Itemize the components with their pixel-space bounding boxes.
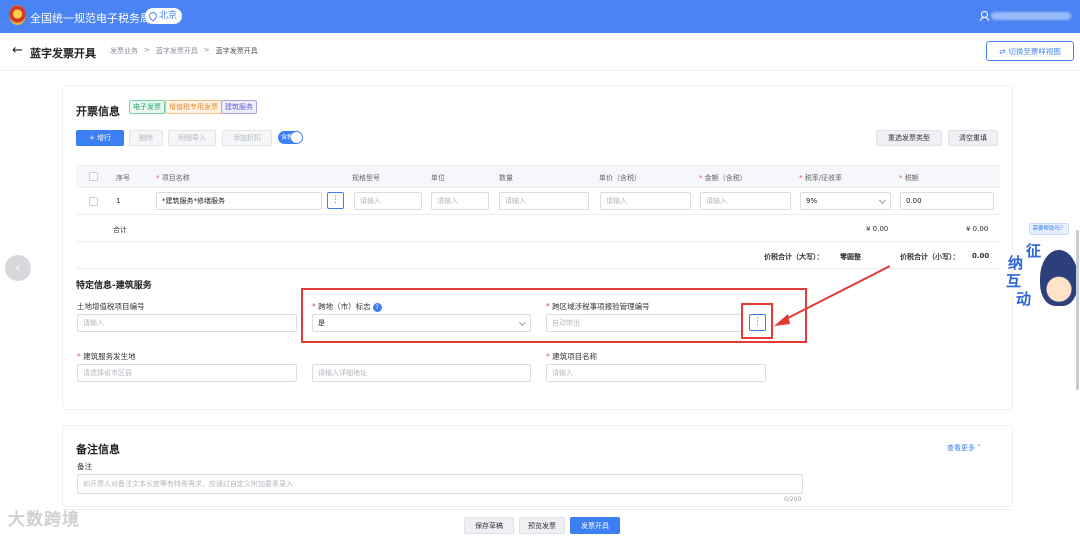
breadcrumb-separator: > — [203, 46, 210, 54]
project-name-input[interactable]: 请输入 — [546, 364, 766, 382]
total-upper-value: 零圆整 — [840, 253, 861, 261]
amount-input[interactable]: 请输入 — [700, 192, 791, 210]
import-details-button[interactable]: 明细导入 — [168, 130, 216, 146]
tag-vat-special-invoice: 增值税专用发票 — [165, 100, 222, 114]
view-more-link[interactable]: 查看更多 ˅ — [947, 443, 981, 453]
col-tax-rate: * 税率/征收率 — [799, 174, 843, 182]
land-tax-project-label: 土地增值税项目编号 — [77, 302, 145, 311]
item-name-input[interactable]: *建筑服务*修缮服务 — [156, 192, 322, 210]
breadcrumb-current: 蓝字发票开具 — [215, 47, 258, 55]
row-index: 1 — [116, 197, 121, 205]
preview-invoice-button[interactable]: 预览发票 — [519, 517, 565, 534]
top-navigation-bar: 全国统一规范电子税务局 北京 — [0, 0, 1080, 33]
tax-included-toggle[interactable]: 含税 — [278, 131, 303, 144]
highlight-annotation-box — [301, 288, 807, 343]
annotation-arrow-icon — [774, 265, 891, 326]
subtotal-label: 合计 — [113, 226, 127, 234]
back-arrow-icon[interactable]: ← — [12, 43, 23, 58]
select-all-checkbox[interactable] — [89, 172, 98, 181]
col-spec: 规格型号 — [352, 174, 380, 182]
app-title: 全国统一规范电子税务局 — [30, 12, 151, 25]
breadcrumb-item[interactable]: 蓝字发票开具 — [156, 46, 198, 56]
col-index: 序号 — [116, 174, 130, 182]
chevron-down-icon — [878, 196, 887, 205]
spec-input[interactable]: 请输入 — [354, 192, 422, 210]
invoice-info-title: 开票信息 — [76, 105, 120, 118]
subtotal-tax: ¥ 0.00 — [966, 225, 989, 233]
issue-invoice-button[interactable]: 发票开具 — [570, 517, 620, 534]
add-discount-button[interactable]: 添加折扣 — [222, 130, 272, 146]
previous-page-arrow-icon[interactable]: ‹ — [5, 255, 31, 281]
col-quantity: 数量 — [499, 174, 513, 182]
remarks-textarea[interactable]: 如开票人对备注文本长度等有特殊需求，应通过自定义附加要素录入 — [77, 474, 803, 494]
col-tax-amount: * 税额 — [899, 174, 919, 182]
total-lower-value: 0.00 — [972, 252, 990, 260]
subtotal-row: 合计 ¥ 0.00 ¥ 0.00 — [76, 215, 1000, 242]
service-location-label: * 建筑服务发生地 — [77, 352, 136, 361]
switch-to-sample-view-button[interactable]: ⇄ 切换至票样视图 — [986, 41, 1074, 61]
subtotal-amount: ¥ 0.00 — [866, 225, 889, 233]
widget-char: 动 — [1016, 290, 1032, 308]
col-amount: * 金额（含税） — [699, 174, 747, 182]
tax-amount-input[interactable]: 0.00 — [900, 192, 994, 210]
col-unit-price: 单价（含税） — [599, 174, 641, 182]
land-tax-project-input[interactable]: 请输入 — [77, 314, 297, 332]
assistant-avatar[interactable] — [1040, 250, 1078, 306]
breadcrumb-item[interactable]: 发票业务 — [110, 46, 138, 56]
project-name-label: * 建筑项目名称 — [546, 352, 598, 361]
highlight-annotation-button — [741, 303, 773, 339]
item-picker-more-icon[interactable]: ⋮ — [327, 192, 344, 209]
col-unit: 单位 — [431, 174, 445, 182]
delete-row-button[interactable]: 删除 — [129, 130, 163, 146]
breadcrumb: 发票业务 > 蓝字发票开具 > 蓝字发票开具 — [110, 46, 258, 56]
user-menu[interactable] — [980, 11, 1071, 21]
items-table-header: 序号 * 项目名称 规格型号 单位 数量 单价（含税） * 金额（含税） * 税… — [76, 165, 1000, 188]
location-selector[interactable]: 北京 — [145, 8, 183, 24]
remarks-char-count: 0/200 — [784, 496, 802, 503]
tag-construction-service: 建筑服务 — [221, 100, 257, 114]
total-lower-label: 价税合计（小写）： — [900, 253, 960, 261]
remarks-title: 备注信息 — [76, 443, 120, 456]
col-item-name: * 项目名称 — [156, 174, 190, 182]
tag-electronic-invoice: 电子发票 — [129, 100, 165, 114]
remarks-field-label: 备注 — [77, 462, 92, 471]
table-row: 1 *建筑服务*修缮服务 ⋮ 请输入 请输入 请输入 请输入 请输入 9% 0.… — [76, 188, 1000, 215]
save-draft-button[interactable]: 保存草稿 — [464, 517, 514, 534]
widget-char: 征 — [1026, 242, 1042, 260]
add-row-button[interactable]: + 增行 — [76, 130, 124, 146]
quantity-input[interactable]: 请输入 — [499, 192, 589, 210]
page-header: ← 蓝字发票开具 发票业务 > 蓝字发票开具 > 蓝字发票开具 ⇄ 切换至票样视… — [0, 33, 1080, 71]
chevron-down-icon: ˅ — [977, 444, 981, 452]
watermark-logo: 大数跨境 — [8, 510, 80, 530]
page-title: 蓝字发票开具 — [30, 47, 96, 60]
swap-arrows-icon: ⇄ — [999, 46, 1006, 56]
breadcrumb-separator: > — [144, 46, 150, 54]
remarks-card — [62, 425, 1013, 507]
row-checkbox[interactable] — [89, 197, 98, 206]
help-tip[interactable]: 需要帮助吗？ — [1029, 223, 1069, 235]
service-region-select[interactable]: 请选择省市区县 — [77, 364, 297, 382]
user-icon — [980, 11, 989, 21]
user-name-redacted — [991, 11, 1071, 20]
reselect-invoice-type-button[interactable]: 重选发票类型 — [876, 130, 942, 146]
service-address-input[interactable]: 请输入详细地址 — [312, 364, 531, 382]
switch-label: 切换至票样视图 — [1008, 46, 1061, 56]
tax-rate-select[interactable]: 9% — [800, 192, 891, 210]
unit-input[interactable]: 请输入 — [431, 192, 489, 210]
page-scrollbar[interactable] — [1076, 230, 1079, 390]
location-pin-icon — [147, 10, 159, 22]
tax-emblem-logo — [9, 5, 26, 25]
location-label: 北京 — [159, 11, 178, 21]
specific-info-title: 特定信息-建筑服务 — [76, 281, 152, 291]
total-upper-label: 价税合计（大写）： — [764, 253, 824, 261]
clear-refill-button[interactable]: 清空重填 — [948, 130, 998, 146]
unit-price-input[interactable]: 请输入 — [600, 192, 691, 210]
